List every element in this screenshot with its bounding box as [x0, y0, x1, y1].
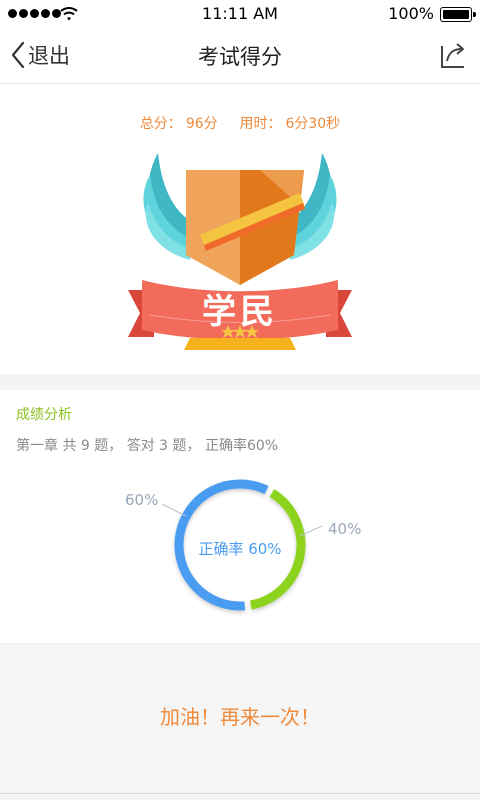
- battery-icon: [440, 7, 476, 22]
- total-score-label: 总分：: [139, 116, 182, 132]
- score-summary: 总分： 96分 用时： 6分30秒: [0, 113, 480, 133]
- back-button[interactable]: 退出: [10, 40, 70, 70]
- total-score-value: 96分: [185, 116, 218, 132]
- left-leader-line: [161, 503, 187, 517]
- time-used-value: 6分30秒: [285, 116, 341, 132]
- nav-bar: 退出 考试得分: [0, 28, 480, 84]
- donut-center-label: 正确率 60%: [198, 540, 282, 558]
- analysis-summary: 第一章 共 9 题， 答对 3 题， 正确率60%: [16, 438, 279, 454]
- battery-percent: 100%: [388, 4, 434, 23]
- retry-button[interactable]: 加油！再来一次！: [0, 701, 480, 730]
- page-title: 考试得分: [198, 45, 282, 69]
- time-used-label: 用时：: [239, 116, 282, 132]
- share-icon[interactable]: [438, 40, 468, 70]
- correct-percent-label: 60%: [125, 491, 159, 509]
- status-bar: 11:11 AM 100%: [0, 0, 480, 28]
- wrong-percent-label: 40%: [328, 520, 362, 538]
- bottom-divider: [0, 793, 480, 794]
- section-divider: [0, 374, 480, 390]
- back-label: 退出: [28, 44, 70, 68]
- chevron-left-icon: [11, 41, 25, 69]
- analysis-title: 成绩分析: [16, 407, 72, 423]
- badge-title: 学民: [202, 292, 278, 332]
